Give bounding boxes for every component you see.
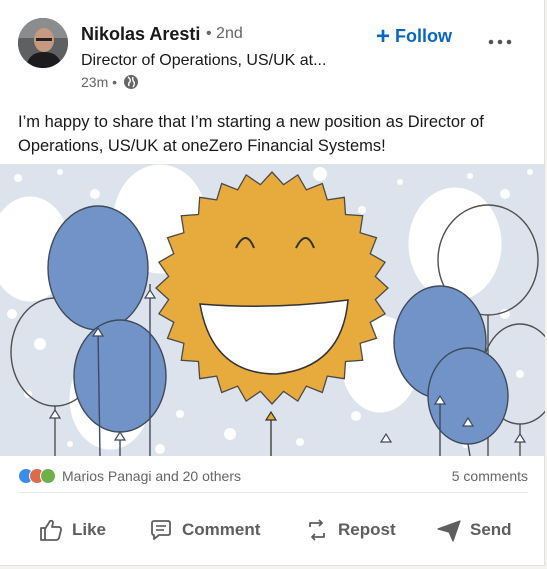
timestamp: 23m •	[81, 74, 118, 90]
smiley-balloons-illustration	[0, 164, 545, 456]
comment-button[interactable]: Comment	[148, 508, 260, 552]
follow-label: Follow	[395, 26, 453, 46]
social-counts: Marios Panagi and 20 others 5 comments	[18, 466, 528, 486]
author-name[interactable]: Nikolas Aresti	[81, 24, 200, 45]
more-options-button[interactable]	[486, 28, 516, 48]
globe-icon	[124, 75, 139, 89]
thumbs-up-icon	[40, 519, 62, 541]
avatar-photo	[18, 18, 68, 68]
comment-label: Comment	[182, 520, 261, 539]
send-label: Send	[470, 520, 512, 539]
plus-icon: +	[376, 22, 391, 50]
comments-count[interactable]: 5 comments	[452, 468, 528, 484]
divider	[18, 492, 528, 493]
connection-degree: • 2nd	[206, 25, 243, 42]
support-reaction-icon	[40, 468, 56, 484]
repost-label: Repost	[338, 520, 396, 539]
action-bar: Like Comment Repost Send	[0, 500, 545, 560]
comment-icon	[151, 520, 171, 540]
send-button[interactable]: Send	[436, 508, 512, 552]
post-image[interactable]	[0, 164, 545, 456]
follow-button[interactable]: + Follow	[376, 22, 453, 50]
reactions[interactable]	[18, 466, 56, 486]
send-icon	[437, 520, 461, 542]
like-label: Like	[72, 520, 107, 539]
like-button[interactable]: Like	[38, 508, 106, 552]
post-text: I’m happy to share that I’m starting a n…	[18, 113, 484, 155]
avatar[interactable]	[18, 18, 68, 68]
repost-icon	[309, 519, 325, 541]
more-horizontal-icon	[488, 39, 512, 45]
post-card: Nikolas Aresti • 2nd Director of Operati…	[0, 0, 545, 566]
post-meta: 23m •	[81, 74, 139, 90]
author-headline[interactable]: Director of Operations, US/UK at...	[81, 52, 326, 70]
reactors-count[interactable]: Marios Panagi and 20 others	[62, 468, 241, 484]
repost-button[interactable]: Repost	[304, 508, 396, 552]
